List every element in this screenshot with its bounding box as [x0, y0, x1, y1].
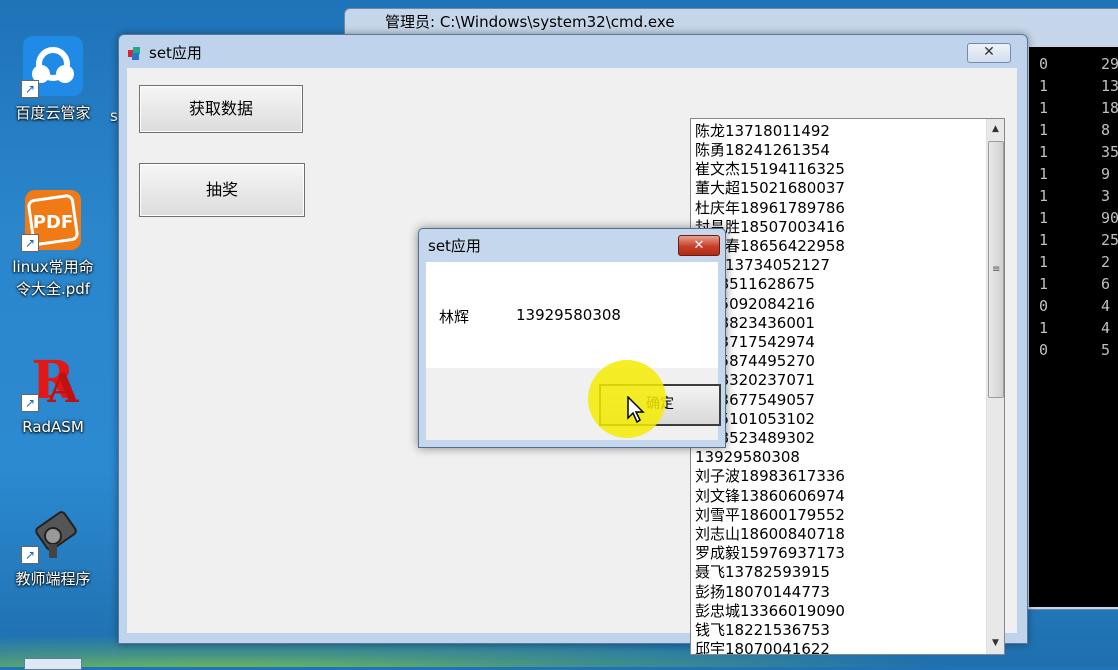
shortcut-arrow-icon: ↗: [21, 80, 39, 98]
app-close-button[interactable]: ✕: [967, 43, 1011, 63]
cmd-window-title: 管理员: C:\Windows\system32\cmd.exe: [385, 13, 675, 31]
list-item[interactable]: 罗成毅15976937173: [695, 544, 845, 563]
close-icon: ✕: [693, 238, 705, 253]
contacts-listbox[interactable]: 陈龙13718011492 陈勇18241261354 崔文杰151941163…: [690, 118, 1005, 655]
get-data-button[interactable]: 获取数据: [139, 85, 303, 133]
desktop-icon-baidu-cloud[interactable]: ↗ 百度云管家: [3, 34, 103, 124]
cloud-icon: ↗: [21, 34, 85, 98]
taskbar-partial-icon: [24, 658, 82, 670]
shortcut-arrow-icon: ↗: [21, 394, 39, 412]
dialog-message-area: 林辉 13929580308: [426, 262, 718, 368]
camera-icon: ↗: [21, 500, 85, 564]
list-item[interactable]: 刘子波18983617336: [695, 467, 845, 486]
desktop-icon-label-partial: s: [110, 107, 118, 125]
dialog-button-bar: 确定: [426, 368, 721, 440]
mouse-cursor-icon: [627, 395, 647, 424]
scrollbar-thumb[interactable]: ≡: [988, 141, 1004, 398]
list-scrollbar[interactable]: ▲ ≡ ▼: [986, 119, 1004, 654]
list-item[interactable]: 陈龙13718011492: [695, 122, 830, 141]
desktop-icon-linux-pdf[interactable]: PDF ↗ linux常用命令大全.pdf: [3, 188, 103, 300]
list-item[interactable]: 杜庆年18961789786: [695, 199, 845, 218]
list-item[interactable]: 陈勇18241261354: [695, 141, 830, 160]
list-item[interactable]: 聂飞13782593915: [695, 563, 830, 582]
winner-phone: 13929580308: [516, 306, 621, 324]
close-icon: ✕: [983, 44, 995, 60]
list-item[interactable]: 刘文锋13860606974: [695, 487, 845, 506]
scroll-up-icon[interactable]: ▲: [987, 121, 1004, 138]
svg-text:A: A: [46, 365, 79, 412]
desktop-icon-teacher-program[interactable]: ↗ 教师端程序: [3, 500, 103, 590]
result-dialog[interactable]: set应用 ✕ 林辉 13929580308 确定: [418, 228, 726, 448]
winner-name: 林辉: [439, 308, 470, 326]
dialog-close-button[interactable]: ✕: [678, 235, 720, 256]
app-title-text: set应用: [149, 44, 202, 62]
scroll-down-icon[interactable]: ▼: [987, 635, 1004, 652]
list-item[interactable]: 钱飞18221536753: [695, 621, 830, 640]
ok-button[interactable]: 确定: [599, 384, 721, 426]
cmd-console-output: 0 29 1 13 1 18 18 1 35 19 13 1 90 1 25 12 16 0…: [1029, 47, 1118, 607]
lottery-button[interactable]: 抽奖: [139, 163, 305, 217]
list-item[interactable]: 崔文杰15194116325: [695, 160, 845, 179]
list-item[interactable]: 13929580308: [695, 448, 800, 467]
desktop-icon-label: 教师端程序: [15, 570, 91, 588]
list-item[interactable]: 董大超15021680037: [695, 179, 845, 198]
desktop-icon-label: 百度云管家: [15, 104, 91, 122]
shortcut-arrow-icon: ↗: [21, 546, 39, 564]
list-item[interactable]: 邱宇18070041622: [695, 640, 830, 654]
grip-icon: ≡: [992, 264, 1001, 275]
svg-text:PDF: PDF: [33, 212, 73, 233]
shortcut-arrow-icon: ↗: [21, 234, 39, 252]
list-item[interactable]: 彭扬18070144773: [695, 583, 830, 602]
desktop-icon-label: linux常用命令大全.pdf: [12, 258, 94, 298]
desktop-icon-radasm[interactable]: R A ↗ RadASM: [3, 348, 103, 438]
pdf-icon: PDF ↗: [21, 188, 85, 252]
dialog-title: set应用: [428, 237, 481, 255]
list-item[interactable]: 刘志山18600840718: [695, 525, 845, 544]
list-item[interactable]: 彭忠城13366019090: [695, 602, 845, 621]
list-item[interactable]: 刘雪平18600179552: [695, 506, 845, 525]
app-icon: [127, 44, 143, 60]
radasm-icon: R A ↗: [21, 348, 85, 412]
desktop-icon-label: RadASM: [22, 418, 84, 436]
app-window-title: set应用: [127, 41, 202, 65]
